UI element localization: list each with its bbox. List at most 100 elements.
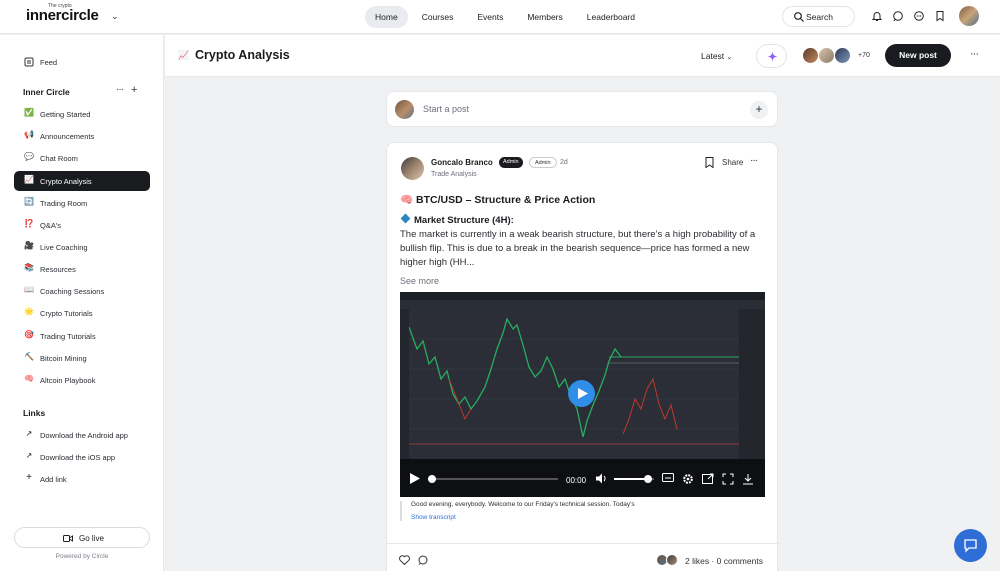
sidebar-item-coaching-sessions[interactable]: 📖 Coaching Sessions [14, 281, 150, 301]
avatar[interactable] [401, 157, 424, 180]
search-label: Search [806, 12, 833, 22]
bookmark-icon[interactable] [934, 10, 946, 22]
composer-placeholder[interactable]: Start a post [423, 104, 469, 114]
more-options-icon[interactable]: ··· [970, 48, 979, 60]
video-chart-sidebar [400, 309, 409, 459]
sidebar-item-emoji: ⛏️ [24, 352, 34, 361]
volume-icon[interactable] [596, 473, 608, 484]
sidebar-item-label: Chat Room [40, 154, 78, 163]
nav-courses[interactable]: Courses [412, 6, 464, 28]
sidebar-item-label: Q&A's [40, 221, 62, 230]
go-live-button[interactable]: Go live [14, 527, 150, 548]
sidebar-item-qa[interactable]: ⁉️ Q&A's [14, 215, 150, 235]
sidebar-item-emoji: 📖 [24, 285, 34, 294]
avatar [818, 47, 835, 64]
fullscreen-icon[interactable] [722, 473, 734, 485]
sidebar-item-emoji: ✅ [24, 108, 34, 117]
post-title[interactable]: 🧠 BTC/USD – Structure & Price Action [400, 193, 595, 206]
new-post-button[interactable]: New post [885, 44, 951, 67]
comment-icon[interactable] [418, 555, 428, 565]
nav-leaderboard[interactable]: Leaderboard [577, 6, 645, 28]
brand-logo[interactable]: The crypto innercircle [26, 3, 99, 24]
video-price-scale [739, 309, 765, 459]
sidebar-item-crypto-tutorials[interactable]: 🌟 Crypto Tutorials [14, 303, 150, 323]
engagement-summary[interactable]: 2 likes · 0 comments [685, 556, 763, 566]
play-video-button[interactable] [568, 380, 595, 407]
powered-by[interactable]: Powered by Circle [0, 553, 164, 560]
sidebar-item-resources[interactable]: 📚 Resources [14, 259, 150, 279]
transcript-preview: Good evening, everybody. Welcome to our … [400, 501, 766, 521]
messages-icon[interactable] [913, 10, 925, 22]
post-space[interactable]: Trade Analysis [431, 171, 477, 178]
sidebar-item-emoji: ⁉️ [24, 219, 34, 228]
page-title: Crypto Analysis [195, 48, 290, 62]
sidebar-item-emoji: 📚 [24, 263, 34, 272]
avatar [666, 554, 678, 566]
sidebar-item-altcoin-playbook[interactable]: 🧠 Altcoin Playbook [14, 370, 150, 390]
brand-superscript: The crypto [48, 3, 72, 9]
post-composer[interactable]: Start a post + [386, 91, 778, 127]
section-add-icon[interactable]: + [131, 84, 137, 96]
sidebar-item-announcements[interactable]: 📢 Announcements [14, 126, 150, 146]
chat-launcher-button[interactable] [954, 529, 987, 562]
download-icon[interactable] [742, 473, 754, 485]
sidebar-item-chat-room[interactable]: 💬 Chat Room [14, 148, 150, 168]
sidebar-item-trading-room[interactable]: 🔄 Trading Room [14, 193, 150, 213]
space-header: 📈 Crypto Analysis Latest ⌄ +70 New post … [165, 35, 1000, 77]
user-avatar[interactable] [959, 6, 979, 26]
space-emoji: 📈 [178, 50, 190, 60]
chevron-down-icon[interactable]: ⌄ [111, 11, 119, 22]
sidebar-item-emoji: 🔄 [24, 197, 34, 206]
sidebar-item-crypto-analysis[interactable]: 📈 Crypto Analysis [14, 171, 150, 191]
sidebar-item-label: Crypto Analysis [40, 177, 92, 186]
brand-name: innercircle [26, 7, 99, 24]
chat-bubble-icon[interactable] [892, 10, 904, 22]
ai-sparkle-button[interactable] [756, 44, 787, 68]
add-link-button[interactable]: + Add link [14, 469, 150, 489]
link-label: Download the iOS app [40, 453, 116, 462]
sidebar-item-bitcoin-mining[interactable]: ⛏️ Bitcoin Mining [14, 348, 150, 368]
sidebar-item-label: Live Coaching [40, 243, 88, 252]
bell-icon[interactable] [871, 10, 883, 22]
nav-home[interactable]: Home [365, 6, 408, 28]
heart-icon[interactable] [399, 555, 410, 565]
sidebar-item-label: Coaching Sessions [40, 287, 105, 296]
bookmark-icon[interactable] [705, 157, 714, 168]
external-link-icon: ↗ [25, 451, 33, 460]
volume-handle[interactable] [644, 475, 652, 483]
search-button[interactable]: Search [782, 6, 855, 27]
volume-fill [614, 478, 648, 480]
post-time[interactable]: 2d [560, 159, 568, 166]
sidebar-item-emoji: 🎥 [24, 241, 34, 250]
captions-icon[interactable] [662, 473, 674, 484]
show-transcript-link[interactable]: Show transcript [411, 514, 766, 521]
post-more-icon[interactable]: ··· [750, 155, 758, 166]
see-more-link[interactable]: See more [400, 276, 439, 286]
sidebar-item-getting-started[interactable]: ✅ Getting Started [14, 104, 150, 124]
sidebar-item-live-coaching[interactable]: 🎥 Live Coaching [14, 237, 150, 257]
sidebar-item-emoji: 🌟 [24, 307, 34, 316]
video-progress-handle[interactable] [428, 475, 436, 483]
link-android-app[interactable]: ↗ Download the Android app [14, 425, 150, 445]
nav-members[interactable]: Members [517, 6, 572, 28]
nav-events[interactable]: Events [467, 6, 513, 28]
link-label: Download the Android app [40, 431, 128, 440]
likes-count[interactable]: 2 likes [685, 556, 709, 566]
sort-dropdown[interactable]: Latest ⌄ [701, 51, 732, 61]
sidebar-item-trading-tutorials[interactable]: 🎯 Trading Tutorials [14, 326, 150, 346]
section-more-icon[interactable]: ··· [116, 84, 124, 95]
comments-count[interactable]: 0 comments [717, 556, 763, 566]
video-progress-track[interactable] [428, 478, 558, 480]
play-icon[interactable] [410, 473, 420, 484]
sidebar-item-label: Trading Room [40, 199, 88, 208]
settings-gear-icon[interactable] [682, 473, 694, 485]
sidebar-item-feed[interactable]: Feed [14, 52, 150, 72]
video-player[interactable]: 00:00 [400, 292, 765, 497]
share-button[interactable]: Share [722, 158, 743, 167]
post-author[interactable]: Goncalo Branco [431, 158, 493, 167]
sidebar-item-label: Getting Started [40, 110, 91, 119]
picture-in-picture-icon[interactable] [702, 473, 714, 485]
link-ios-app[interactable]: ↗ Download the iOS app [14, 447, 150, 467]
video-controls: 00:00 [400, 459, 765, 497]
add-post-button[interactable]: + [750, 101, 768, 119]
